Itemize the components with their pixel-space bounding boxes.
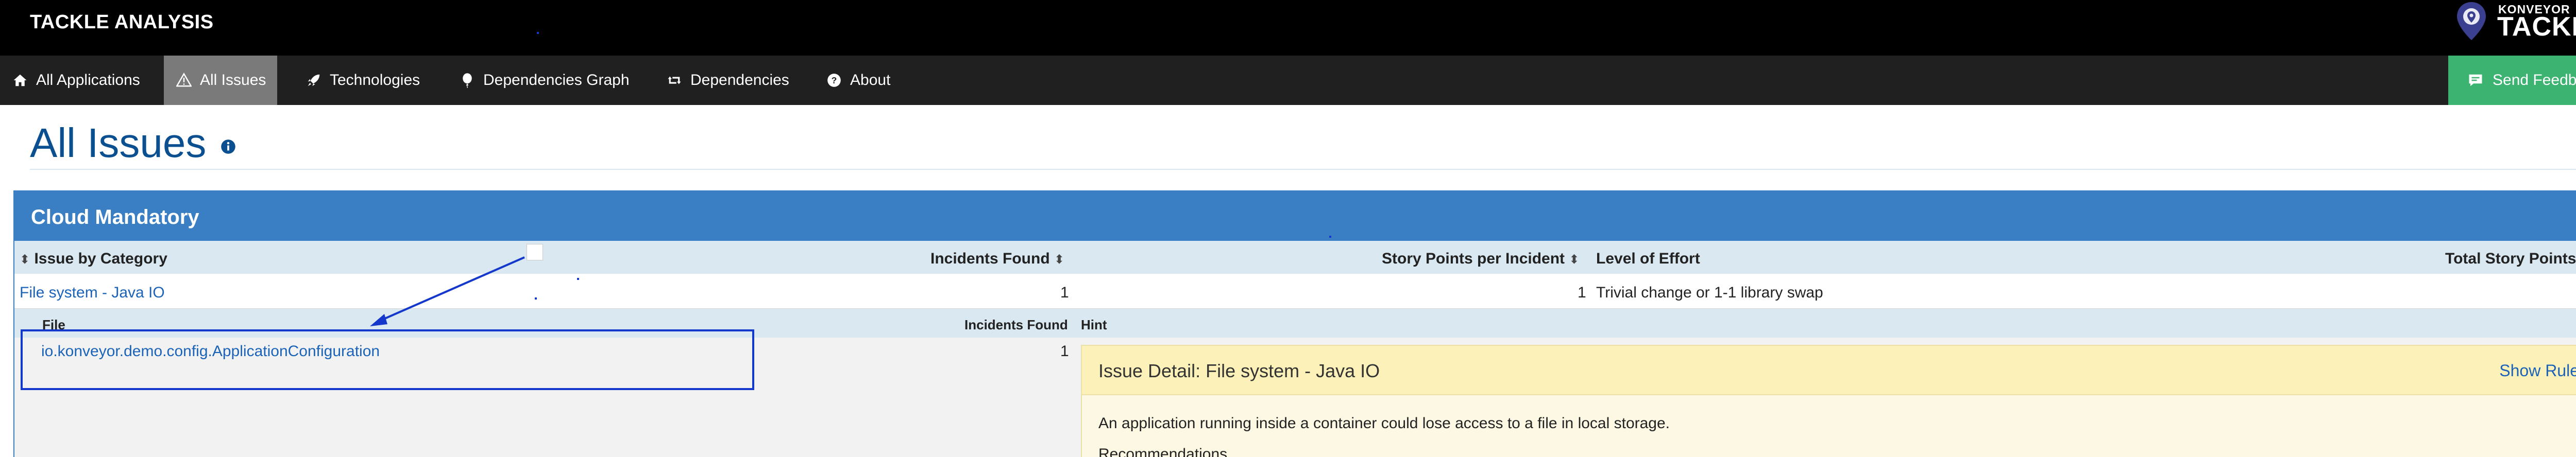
column-issue-by-category[interactable]: ⬍ Issue by Category xyxy=(20,250,167,268)
nav-label: Technologies xyxy=(330,72,420,89)
issue-recommendations: Recommendations xyxy=(1098,446,1228,457)
title-divider xyxy=(30,169,2576,170)
nav-label: About xyxy=(850,72,891,89)
sort-icon: ⬍ xyxy=(1569,253,1580,267)
logo-tackle-text: TACKLE xyxy=(2497,12,2576,42)
nav-label: Dependencies xyxy=(690,72,789,89)
map-pin-logo-icon xyxy=(2457,2,2486,40)
show-rule-link[interactable]: Show Rule xyxy=(2499,361,2576,380)
issue-detail-title: Issue Detail: File system - Java IO xyxy=(1098,360,1380,381)
sort-icon: ⬍ xyxy=(20,253,30,267)
page-title: All Issues xyxy=(30,120,207,166)
table-row: File system - Java IO 1 1 Trivial change… xyxy=(14,275,2576,309)
svg-text:?: ? xyxy=(832,75,837,85)
story-points-value: 1 xyxy=(1578,284,1586,301)
annotation-dot xyxy=(537,32,539,34)
annotation-highlight-box xyxy=(21,329,754,390)
nav-dependencies-graph[interactable]: Dependencies Graph xyxy=(447,56,641,105)
nav-all-issues[interactable]: All Issues xyxy=(164,56,278,105)
rocket-icon xyxy=(305,72,323,89)
nav-all-applications[interactable]: All Applications xyxy=(0,56,151,105)
retweet-icon xyxy=(666,72,683,89)
nav-technologies[interactable]: Technologies xyxy=(294,56,431,105)
column-incidents-found[interactable]: Incidents Found ⬍ xyxy=(930,250,1064,268)
issues-table-header: ⬍ Issue by Category Incidents Found ⬍ St… xyxy=(14,241,2576,275)
column-hint: Hint xyxy=(1081,317,1107,332)
send-feedback-label: Send Feedback xyxy=(2493,72,2576,89)
issue-link[interactable]: File system - Java IO xyxy=(20,284,165,302)
annotation-dot xyxy=(577,278,579,280)
panel-header: Cloud Mandatory xyxy=(14,191,2576,241)
app-title: TACKLE ANALYSIS xyxy=(30,11,214,33)
konveyor-tackle-logo[interactable]: KONVEYOR TACKLE xyxy=(2455,1,2576,41)
home-icon xyxy=(11,72,29,89)
level-of-effort-value: Trivial change or 1-1 library swap xyxy=(1596,284,1823,301)
file-incidents-value: 1 xyxy=(1060,343,1069,360)
sort-icon: ⬍ xyxy=(1054,253,1065,267)
column-total-story-points[interactable]: Total Story Points ⬍ xyxy=(2445,250,2576,268)
annotation-handle[interactable] xyxy=(527,244,543,260)
issue-description: An application running inside a containe… xyxy=(1098,415,1670,432)
question-circle-icon: ? xyxy=(825,72,843,89)
nav-label: All Issues xyxy=(200,72,266,89)
cloud-mandatory-panel: Cloud Mandatory ⬍ Issue by Category Inci… xyxy=(13,190,2576,457)
nav-label: Dependencies Graph xyxy=(483,72,630,89)
nav-about[interactable]: ? About xyxy=(814,56,902,105)
issue-detail-header: Issue Detail: File system - Java IO Show… xyxy=(1082,346,2576,395)
top-brand-bar: TACKLE ANALYSIS KONVEYOR TACKLE xyxy=(0,0,2576,56)
balloon-icon xyxy=(459,72,476,89)
warning-icon xyxy=(175,72,193,89)
nav-label: All Applications xyxy=(36,72,140,89)
send-feedback-button[interactable]: Send Feedback xyxy=(2448,56,2576,105)
main-nav: All Applications All Issues Technologies… xyxy=(0,56,2576,105)
comment-icon xyxy=(2467,72,2484,89)
annotation-dot xyxy=(1329,236,1331,238)
annotation-dot xyxy=(535,297,537,300)
nav-dependencies[interactable]: Dependencies xyxy=(654,56,801,105)
column-file-incidents: Incidents Found xyxy=(964,317,1068,332)
incidents-found-value: 1 xyxy=(1060,284,1069,301)
issue-detail-card: Issue Detail: File system - Java IO Show… xyxy=(1081,345,2576,457)
column-story-points[interactable]: Story Points per Incident ⬍ xyxy=(1382,250,1580,268)
panel-title: Cloud Mandatory xyxy=(31,206,199,228)
column-level-of-effort: Level of Effort xyxy=(1596,250,1700,267)
info-icon[interactable] xyxy=(221,139,236,154)
